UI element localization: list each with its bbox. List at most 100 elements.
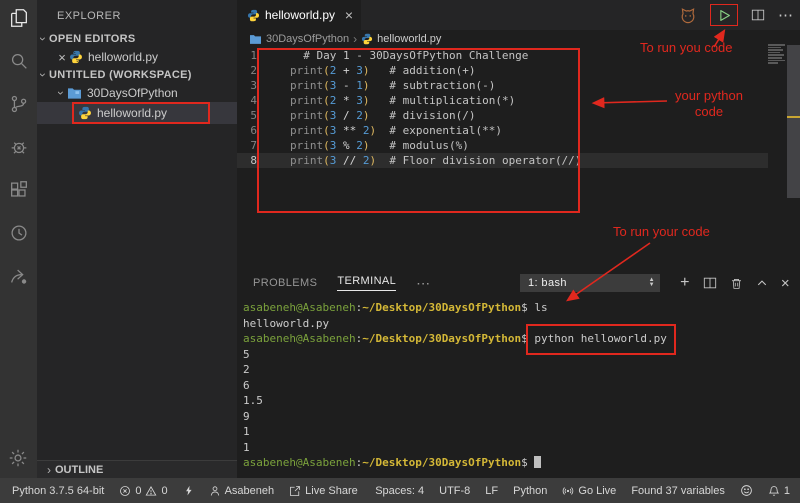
section-outline[interactable]: › OUTLINE (37, 460, 237, 478)
open-editor-item[interactable]: × helloworld.py (37, 48, 237, 66)
code-line[interactable]: 4print(2 * 3) # multiplication(*) (237, 93, 768, 108)
folder-icon (67, 87, 82, 100)
go-live-label: Go Live (578, 485, 616, 497)
select-spinner-icon: ▲▼ (649, 278, 655, 288)
notification-count: 1 (784, 485, 790, 497)
chevron-right-icon: › (43, 463, 55, 477)
terminal-line: 1 (243, 424, 800, 440)
variables-found[interactable]: Found 37 variables (631, 485, 725, 497)
terminal-line: asabeneh@Asabeneh:~/Desktop/30DaysOfPyth… (243, 455, 800, 471)
code-line[interactable]: 7print(3 % 2) # modulus(%) (237, 138, 768, 153)
tab-title: helloworld.py (265, 8, 345, 22)
tab-helloworld[interactable]: helloworld.py × (237, 0, 361, 30)
more-actions-icon[interactable]: ⋯ (778, 6, 794, 24)
chevron-down-icon: › (36, 69, 50, 81)
explorer-icon[interactable] (5, 4, 33, 32)
line-number: 1 (237, 48, 257, 63)
trash-icon[interactable] (730, 277, 743, 290)
terminal-line: 5 (243, 347, 800, 363)
lightning-icon[interactable] (183, 484, 194, 497)
code-area[interactable]: 1 # Day 1 - 30DaysOfPython Challenge2pri… (237, 48, 800, 168)
live-share-icon (289, 485, 301, 497)
terminal-line: asabeneh@Asabeneh:~/Desktop/30DaysOfPyth… (243, 331, 800, 347)
new-terminal-icon[interactable]: + (680, 274, 690, 292)
terminal-line: 6 (243, 378, 800, 394)
line-number: 3 (237, 78, 257, 93)
close-icon[interactable]: × (781, 275, 790, 292)
split-terminal-icon[interactable] (703, 276, 717, 290)
account-name: Asabeneh (225, 485, 275, 497)
status-bar: Python 3.7.5 64-bit 0 0 Asabeneh Live Sh… (0, 478, 800, 503)
python-file-icon (361, 33, 373, 45)
folder-item[interactable]: › 30DaysOfPython (37, 84, 237, 102)
smiley-icon[interactable] (740, 484, 753, 497)
warning-count: 0 (161, 485, 167, 497)
workspace-label: UNTITLED (WORKSPACE) (49, 69, 192, 81)
language-mode[interactable]: Python (513, 485, 547, 497)
section-workspace[interactable]: › UNTITLED (WORKSPACE) (37, 66, 237, 84)
shell-select[interactable]: 1: bash ▲▼ (520, 274, 660, 292)
code-line[interactable]: 1 # Day 1 - 30DaysOfPython Challenge (237, 48, 768, 63)
panel-header: PROBLEMS TERMINAL ⋯ 1: bash ▲▼ + × (237, 270, 800, 296)
line-number: 8 (237, 153, 257, 168)
problems-counter[interactable]: 0 0 (119, 485, 167, 497)
minimap[interactable] (768, 44, 786, 64)
indentation-setting[interactable]: Spaces: 4 (375, 485, 424, 497)
breadcrumb[interactable]: 30DaysOfPython › helloworld.py (237, 30, 800, 48)
python-file-icon (78, 106, 92, 120)
more-actions-icon[interactable]: ⋯ (416, 275, 430, 292)
close-icon[interactable]: × (345, 7, 353, 23)
history-clock-icon[interactable] (5, 219, 33, 247)
scrollbar-highlight-mark (787, 116, 800, 118)
gear-icon[interactable] (4, 444, 32, 472)
debug-icon[interactable] (5, 133, 33, 161)
folder-icon (249, 34, 262, 45)
code-lines: 1 # Day 1 - 30DaysOfPython Challenge2pri… (237, 48, 800, 168)
tab-terminal[interactable]: TERMINAL (337, 275, 396, 291)
python-file-icon (69, 50, 83, 64)
split-editor-icon[interactable] (751, 8, 765, 22)
warning-icon (145, 485, 157, 497)
code-line[interactable]: 2print(2 + 3) # addition(+) (237, 63, 768, 78)
chevron-right-icon: › (353, 32, 357, 46)
python-file-icon (247, 9, 260, 22)
share-arrow-icon[interactable] (5, 262, 33, 290)
shell-select-value: 1: bash (528, 277, 649, 289)
editor-region: helloworld.py × ⋯ 30DaysOfPython › hello… (237, 0, 800, 270)
breadcrumb-file[interactable]: helloworld.py (377, 33, 441, 45)
close-icon[interactable]: × (55, 50, 69, 65)
chevron-down-icon: › (36, 33, 50, 45)
panel: PROBLEMS TERMINAL ⋯ 1: bash ▲▼ + × asabe… (237, 270, 800, 478)
breadcrumb-folder[interactable]: 30DaysOfPython (266, 33, 349, 45)
eol-setting[interactable]: LF (485, 485, 498, 497)
extensions-icon[interactable] (5, 176, 33, 204)
terminal-line: helloworld.py (243, 316, 800, 332)
line-number: 4 (237, 93, 257, 108)
code-line[interactable]: 3print(3 - 1) # subtraction(-) (237, 78, 768, 93)
live-share-item[interactable]: Live Share (289, 485, 358, 497)
code-line[interactable]: 5print(3 / 2) # division(/) (237, 108, 768, 123)
section-open-editors[interactable]: › OPEN EDITORS (37, 30, 237, 48)
search-icon[interactable] (5, 47, 33, 75)
chevron-up-icon[interactable] (756, 277, 768, 289)
notifications-item[interactable]: 1 (768, 485, 790, 497)
error-icon (119, 485, 131, 497)
chevron-down-icon: › (54, 87, 68, 99)
python-version[interactable]: Python 3.7.5 64-bit (12, 485, 104, 497)
bell-icon (768, 485, 780, 497)
tab-bar: helloworld.py × ⋯ (237, 0, 800, 30)
terminal-line: asabeneh@Asabeneh:~/Desktop/30DaysOfPyth… (243, 300, 800, 316)
cat-extension-icon[interactable] (679, 6, 697, 24)
go-live-item[interactable]: Go Live (562, 485, 616, 497)
code-line[interactable]: 6print(3 ** 2) # exponential(**) (237, 123, 768, 138)
code-line[interactable]: 8print(3 // 2) # Floor division operator… (237, 153, 768, 168)
terminal-output[interactable]: asabeneh@Asabeneh:~/Desktop/30DaysOfPyth… (237, 296, 800, 478)
scrollbar[interactable] (787, 45, 800, 198)
account-item[interactable]: Asabeneh (209, 485, 275, 497)
tab-problems[interactable]: PROBLEMS (253, 277, 317, 289)
status-right: Spaces: 4 UTF-8 LF Python Go Live Found … (375, 484, 790, 497)
source-control-icon[interactable] (5, 90, 33, 118)
encoding-setting[interactable]: UTF-8 (439, 485, 470, 497)
file-item-selected[interactable]: helloworld.py (37, 102, 237, 124)
run-button[interactable] (710, 4, 738, 26)
